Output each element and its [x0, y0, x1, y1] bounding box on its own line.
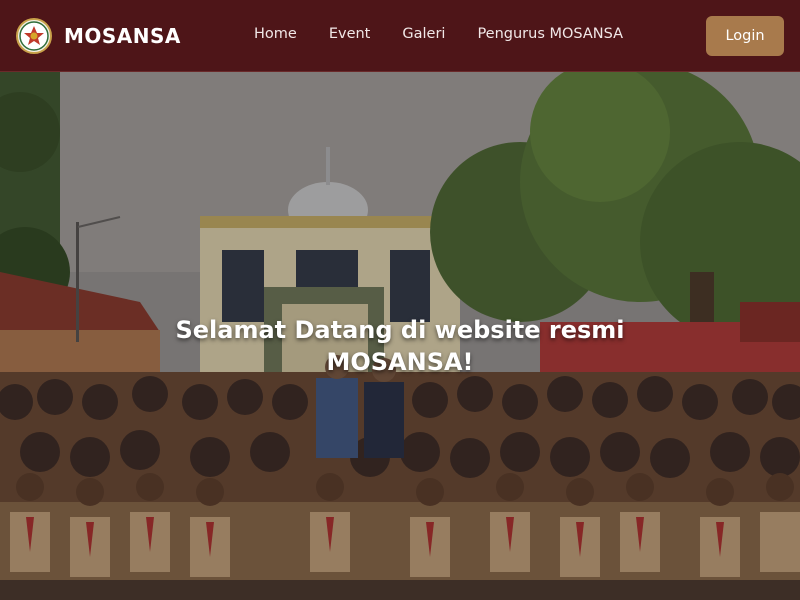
- nav-link-pengurus[interactable]: Pengurus MOSANSA: [477, 26, 623, 42]
- hero-section: Selamat Datang di website resmi MOSANSA!: [0, 72, 800, 600]
- brand[interactable]: MOSANSA: [16, 17, 181, 55]
- nav-link-galeri[interactable]: Galeri: [402, 26, 445, 42]
- navbar: MOSANSA Home Event Galeri Pengurus MOSAN…: [0, 0, 800, 72]
- login-button[interactable]: Login: [706, 16, 784, 56]
- main-navigation: Home Event Galeri Pengurus MOSANSA: [254, 26, 655, 42]
- scout-emblem-icon: [16, 18, 52, 54]
- hero-title: Selamat Datang di website resmi MOSANSA!: [175, 316, 625, 376]
- nav-link-event[interactable]: Event: [329, 26, 371, 42]
- nav-link-home[interactable]: Home: [254, 26, 297, 42]
- brand-name: MOSANSA: [64, 24, 181, 48]
